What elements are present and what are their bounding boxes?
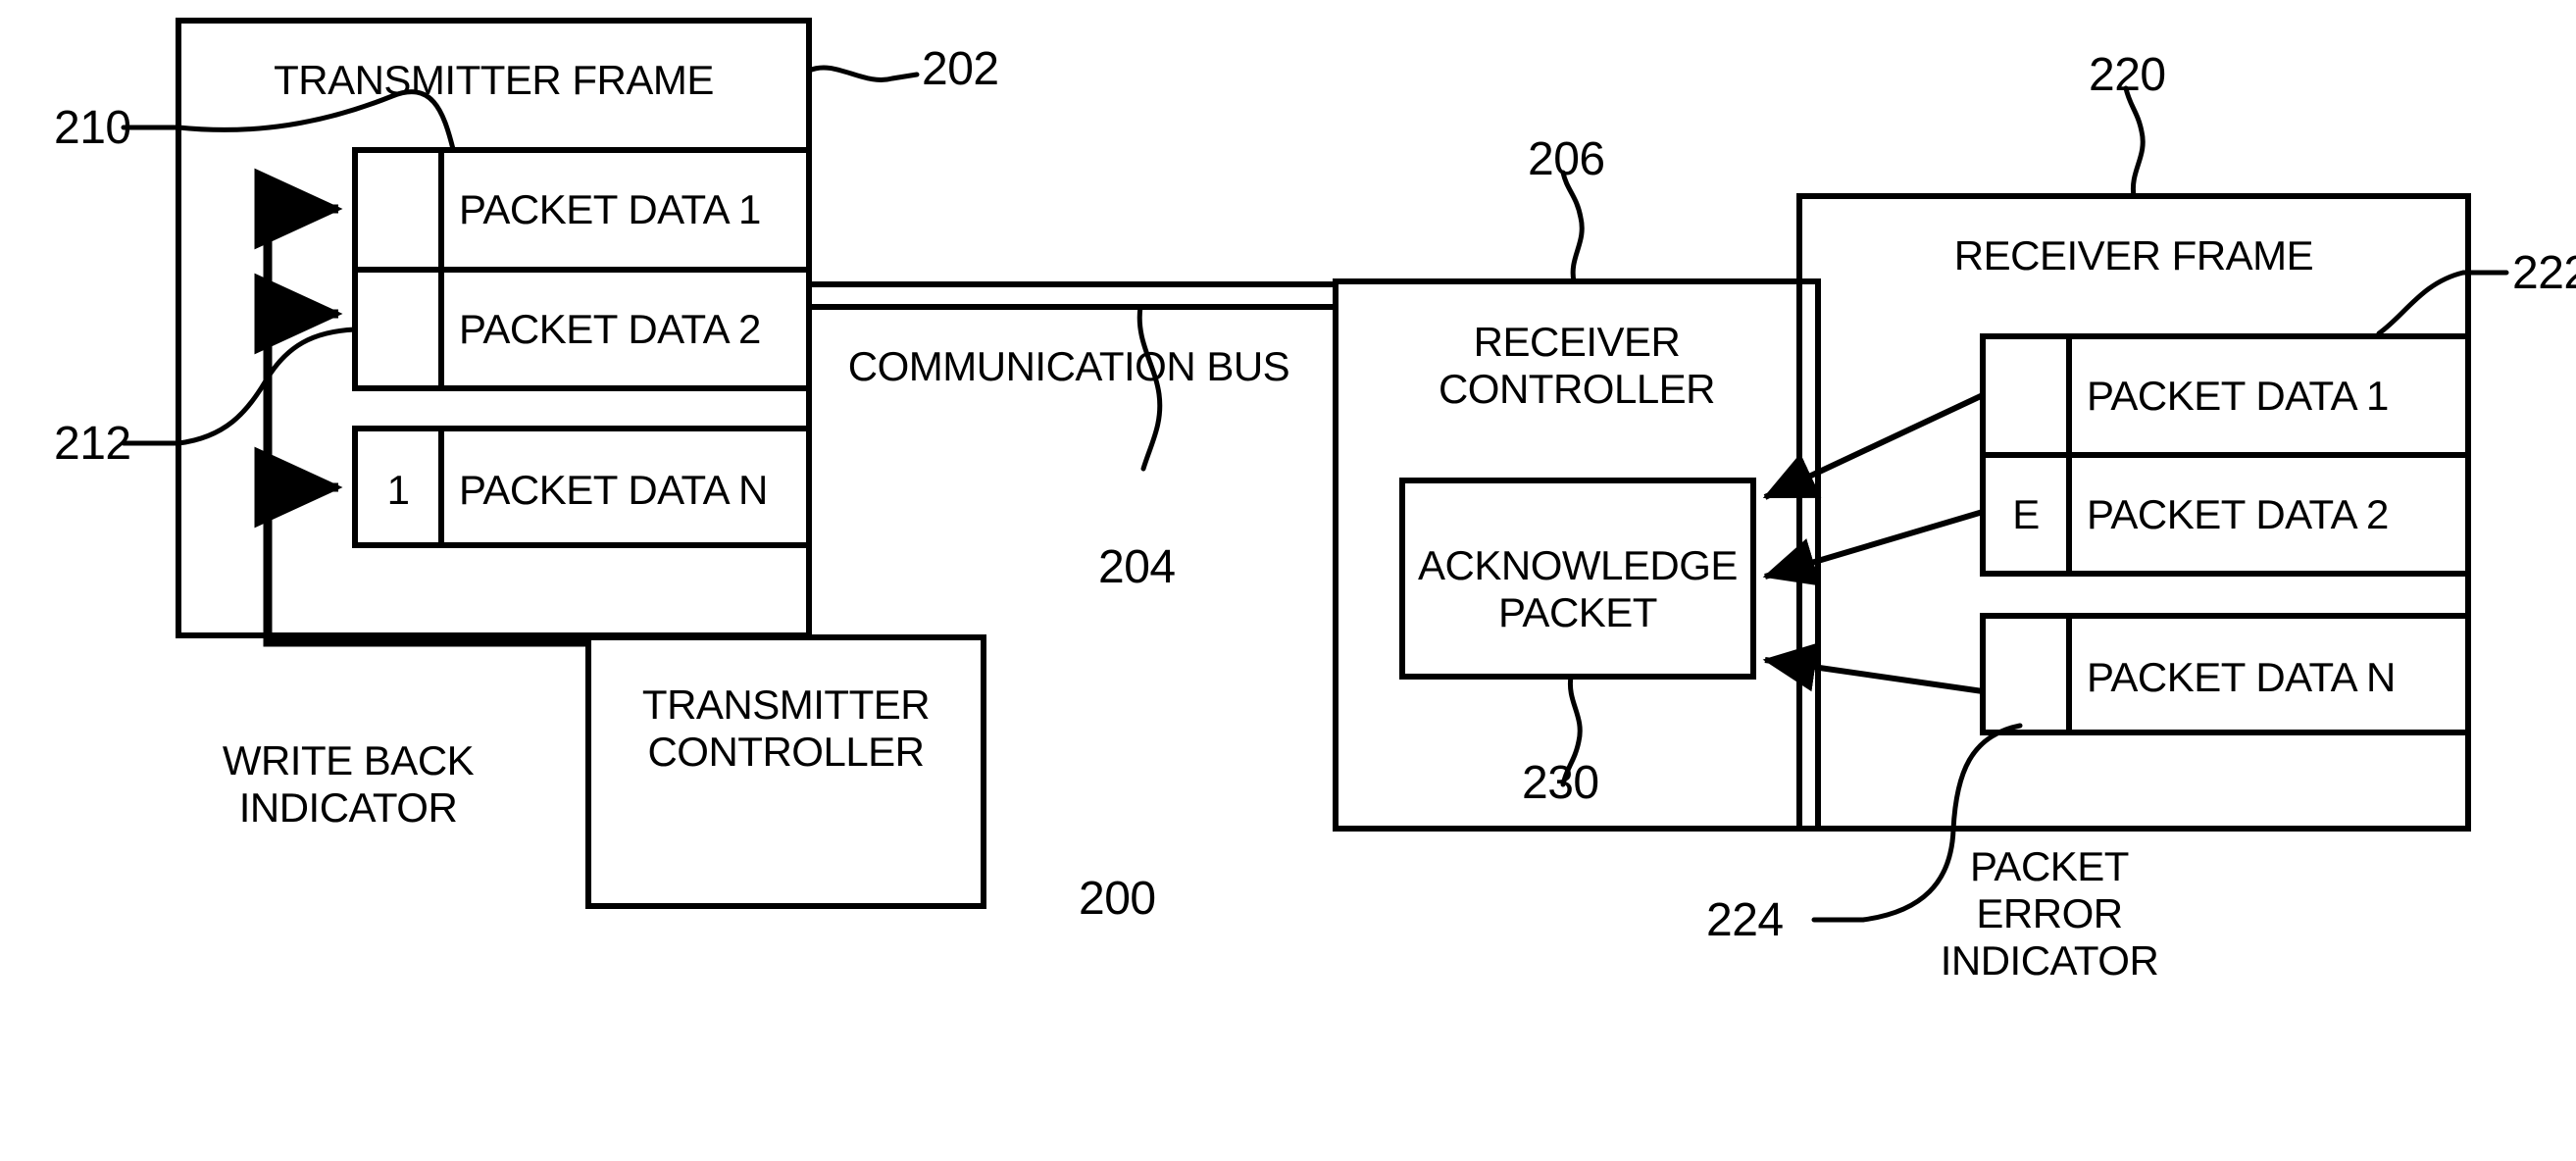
acknowledge-packet-line1: ACKNOWLEDGE <box>1418 542 1738 588</box>
write-back-indicator-line2: INDICATOR <box>238 784 458 831</box>
reference-numeral-222: 222 <box>2512 247 2576 299</box>
communication-bus-label: COMMUNICATION BUS <box>847 343 1290 389</box>
reference-numeral-220: 220 <box>2089 49 2166 101</box>
figure-linework <box>121 18 2509 923</box>
receiver-frame-title: RECEIVER FRAME <box>1953 232 2314 278</box>
transmitter-controller-line2: CONTROLLER <box>647 729 925 775</box>
acknowledge-packet-line2: PACKET <box>1498 589 1657 635</box>
receiver-controller-line1: RECEIVER <box>1473 319 1681 365</box>
reference-numeral-206: 206 <box>1528 133 1605 185</box>
transmitter-row-3-label: PACKET DATA N <box>459 467 768 513</box>
receiver-row-2-label: PACKET DATA 2 <box>2087 491 2389 537</box>
leader-202 <box>806 65 920 82</box>
receiver-controller-line2: CONTROLLER <box>1438 366 1716 412</box>
receiver-row-3-label: PACKET DATA N <box>2087 654 2396 700</box>
reference-numeral-202: 202 <box>922 43 999 95</box>
reference-numeral-212: 212 <box>54 418 131 470</box>
packet-error-indicator-line3: INDICATOR <box>1940 937 2159 984</box>
reference-numeral-210: 210 <box>54 102 131 154</box>
leader-206 <box>1560 170 1585 284</box>
transmitter-row-1-label: PACKET DATA 1 <box>459 186 761 232</box>
leader-212 <box>121 327 358 446</box>
leader-220 <box>2123 85 2146 199</box>
leader-222 <box>2376 270 2509 336</box>
write-back-indicator-line1: WRITE BACK <box>222 737 475 783</box>
reference-numeral-224: 224 <box>1706 894 1784 946</box>
reference-numeral-200: 200 <box>1079 873 1156 925</box>
packet-error-indicator-line2: ERROR <box>1976 890 2123 936</box>
transmitter-row-2-label: PACKET DATA 2 <box>459 306 761 352</box>
reference-numeral-230: 230 <box>1522 757 1599 809</box>
receiver-row-1-label: PACKET DATA 1 <box>2087 373 2389 419</box>
communication-bus-lines <box>809 281 1336 310</box>
transmitter-controller-line1: TRANSMITTER <box>641 681 931 728</box>
receiver-row-2-flag: E <box>2012 491 2040 537</box>
transmitter-row-3-flag: 1 <box>386 467 410 513</box>
packet-error-indicator-line1: PACKET <box>1970 843 2129 889</box>
reference-numeral-204: 204 <box>1098 541 1176 593</box>
patent-figure: TRANSMITTER FRAME PACKET DATA 1 PACKET D… <box>0 0 2576 1161</box>
transmitter-frame-title: TRANSMITTER FRAME <box>274 57 714 103</box>
